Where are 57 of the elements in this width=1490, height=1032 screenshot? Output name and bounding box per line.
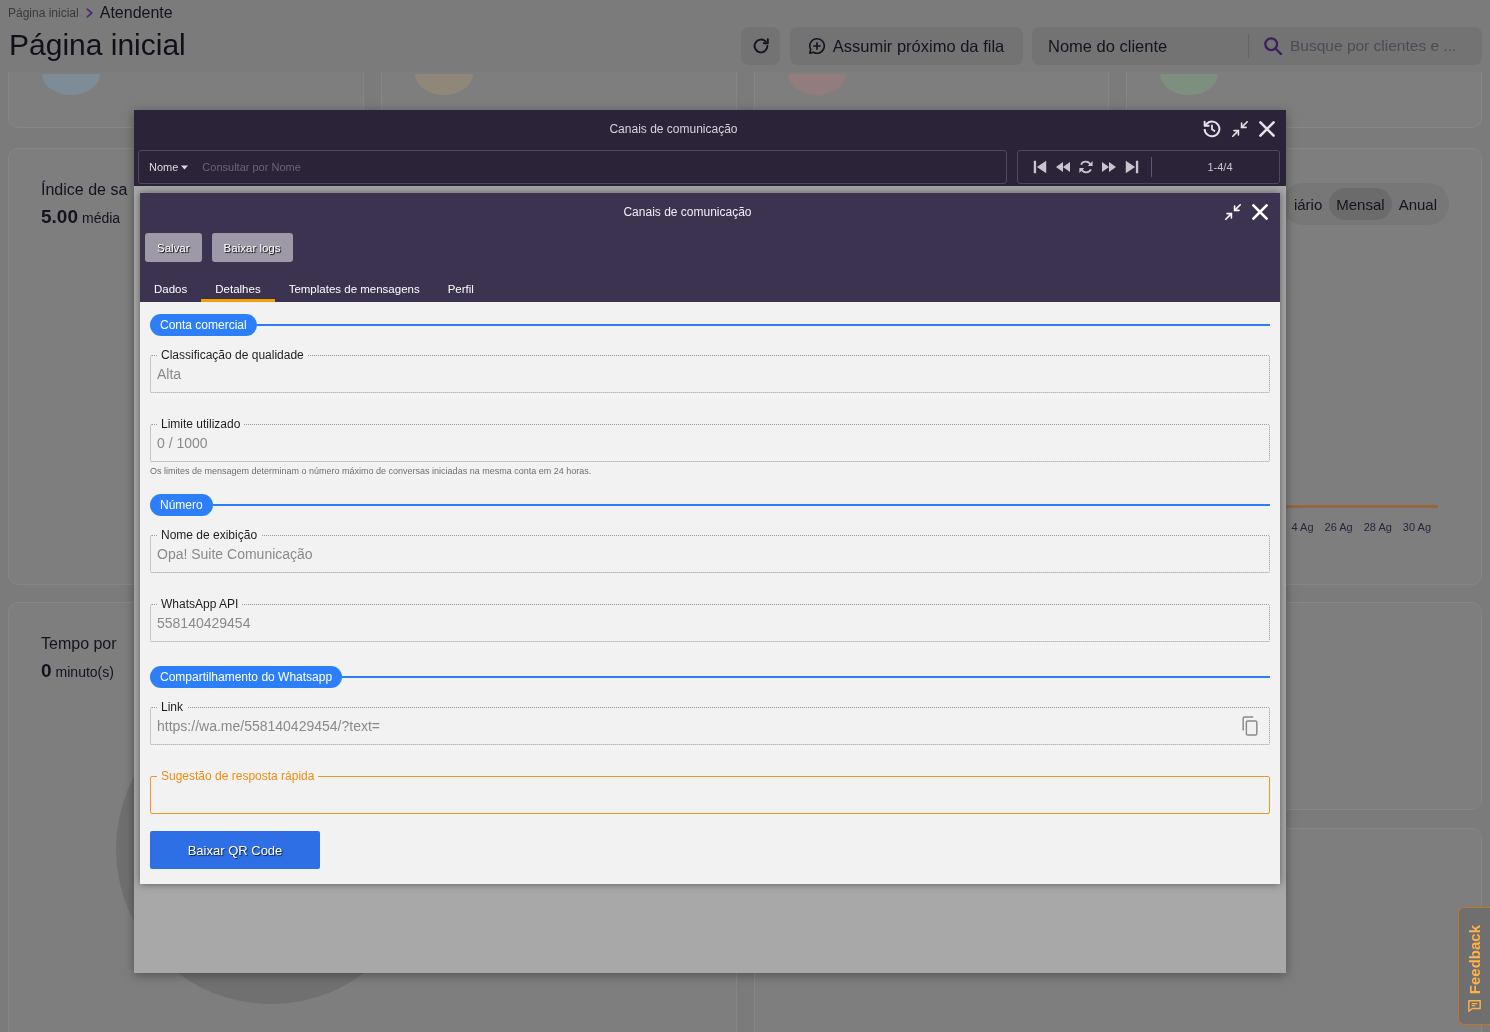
field-value: 0 / 1000 (157, 434, 208, 453)
metric-value: 5.00 (41, 206, 78, 228)
field-value: https://wa.me/558140429454/?text= (157, 717, 380, 736)
caret-icon (181, 164, 189, 170)
tab[interactable]: Detalhes (201, 268, 275, 302)
history-icon[interactable] (1203, 120, 1221, 138)
section-title: Número (150, 494, 213, 516)
download-button[interactable]: Baixar QR Code (150, 831, 320, 869)
copy-icon[interactable] (1242, 716, 1258, 736)
metric-caption: minuto(s) (55, 664, 114, 680)
field-label: Link (160, 700, 184, 714)
search-field[interactable]: Nome Consultar por Nome (138, 150, 1007, 184)
page-count: 1-4/4 (1206, 161, 1234, 173)
chat-plus-icon (808, 38, 825, 54)
field-value: Alta (157, 365, 182, 384)
metric-value: 0 (41, 660, 52, 682)
refresh-icon (752, 38, 769, 54)
field-dropdown[interactable]: Nome (139, 151, 189, 183)
rewind-icon[interactable] (1056, 160, 1070, 174)
filter-dropdown[interactable]: Nome do cliente (1032, 27, 1248, 65)
metric-caption: média (82, 210, 121, 226)
breadcrumb-current: Atendente (99, 3, 173, 23)
period-tab[interactable]: iário (1286, 188, 1330, 220)
card-title: Tempo por (41, 634, 117, 654)
chevron-icon (85, 8, 93, 18)
field-value: Opa! Suite Comunicação (157, 545, 313, 564)
chat-icon (1468, 1000, 1481, 1012)
section-title: Compartilhamento do Whatsapp (150, 666, 343, 688)
window-title: Canais de comunicação (608, 122, 739, 136)
skip-last-icon[interactable] (1125, 160, 1139, 174)
axis-label: 30 Ag (1402, 521, 1431, 534)
refresh-button[interactable] (741, 27, 780, 65)
field-value: 558140429454 (157, 614, 251, 633)
tab[interactable]: Perfil (433, 268, 488, 302)
period-tab[interactable]: Anual (1391, 188, 1444, 220)
field-label: Classificação de qualidade (160, 348, 305, 362)
card-title: Índice de sa (41, 180, 128, 200)
queue-button[interactable]: Assumir próximo da fila (790, 27, 1023, 65)
help-text: Os limites de mensagem determinam o número máximo de conversas iniciadas na mesma conta em 24 horas. (150, 466, 593, 476)
field-label: Limite utilizado (160, 417, 242, 431)
tab[interactable]: Dados (140, 268, 202, 302)
field-label: Nome de exibição (160, 528, 259, 542)
axis-label: 4 Ag (1291, 521, 1314, 534)
page-title: Página inicial (9, 27, 186, 63)
search-icon (1264, 37, 1282, 55)
window-title: Canais de comunicação (622, 205, 753, 219)
minimize-icon[interactable] (1232, 121, 1248, 137)
section-title: Conta comercial (150, 314, 257, 336)
skip-first-icon[interactable] (1033, 160, 1047, 174)
sync-icon[interactable] (1079, 160, 1093, 174)
field-label: WhatsApp API (160, 597, 240, 611)
axis-label: 28 Ag (1363, 521, 1392, 534)
close-icon[interactable] (1259, 121, 1275, 137)
axis-label: 26 Ag (1324, 521, 1353, 534)
field-label: Sugestão de resposta rápida (160, 769, 316, 783)
fast-forward-icon[interactable] (1102, 160, 1116, 174)
tab[interactable]: Templates de mensagens (274, 268, 434, 302)
